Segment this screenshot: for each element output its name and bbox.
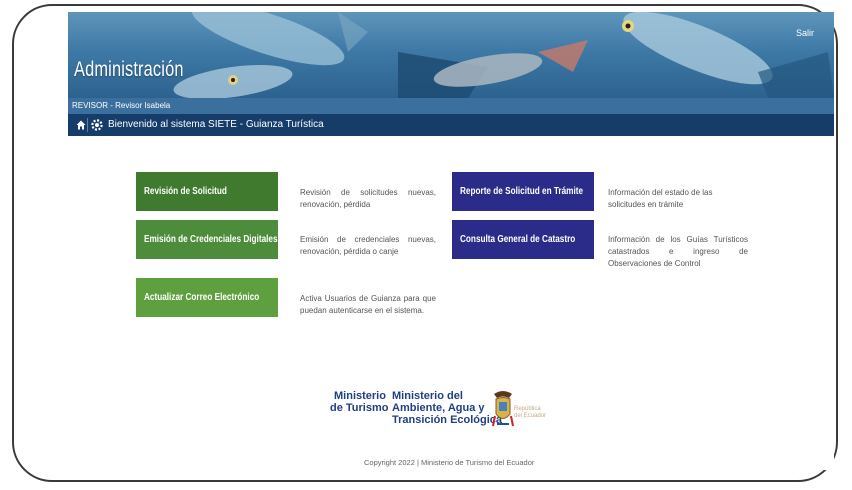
- welcome-bar: Bienvenido al sistema SIETE - Guianza Tu…: [68, 114, 834, 136]
- ecuador-coat-of-arms-icon: [492, 391, 514, 427]
- emision-credenciales-button[interactable]: Emisión de Credenciales Digitales: [136, 220, 278, 259]
- reporte-solicitud-button[interactable]: Reporte de Solicitud en Trámite: [452, 172, 594, 211]
- actualizar-correo-button[interactable]: Actualizar Correo Electrónico: [136, 278, 278, 317]
- header-banner: Administración Salir: [68, 12, 834, 98]
- fish-banner-image: [173, 12, 834, 98]
- revision-solicitud-button[interactable]: Revisión de Solicitud: [136, 172, 278, 211]
- ministry-logos: Ministerio de Turismo Ministerio del Amb…: [330, 390, 570, 440]
- logout-link[interactable]: Salir: [796, 28, 814, 38]
- reporte-solicitud-description: Información del estado de las solicitude…: [608, 188, 713, 209]
- separator: [87, 118, 88, 132]
- ministerio-ambiente-logo: Ministerio del Ambiente, Agua y Transici…: [392, 390, 503, 426]
- republica-ecuador-label: República del Ecuador: [514, 406, 547, 419]
- app-title: Administración: [74, 58, 184, 81]
- actualizar-correo-description: Activa Usuarios de Guianza para que pued…: [300, 294, 436, 315]
- app-window: Administración Salir REVISOR - Revisor I…: [68, 12, 834, 470]
- ministerio-turismo-logo: Ministerio de Turismo: [330, 390, 389, 414]
- consulta-catastro-button[interactable]: Consulta General de Catastro: [452, 220, 594, 259]
- gear-icon[interactable]: [91, 119, 103, 131]
- consulta-catastro-description: Información de los Guías Turísticos cata…: [608, 235, 748, 268]
- emision-credenciales-description: Emisión de credenciales nuevas, renovaci…: [300, 235, 436, 256]
- welcome-text: Bienvenido al sistema SIETE - Guianza Tu…: [108, 119, 324, 130]
- copyright-text: Copyright 2022 | Ministerio de Turismo d…: [364, 458, 535, 467]
- user-role-bar: REVISOR - Revisor Isabela: [68, 98, 834, 114]
- home-icon[interactable]: [76, 120, 86, 130]
- revision-solicitud-description: Revisión de solicitudes nuevas, renovaci…: [300, 188, 436, 209]
